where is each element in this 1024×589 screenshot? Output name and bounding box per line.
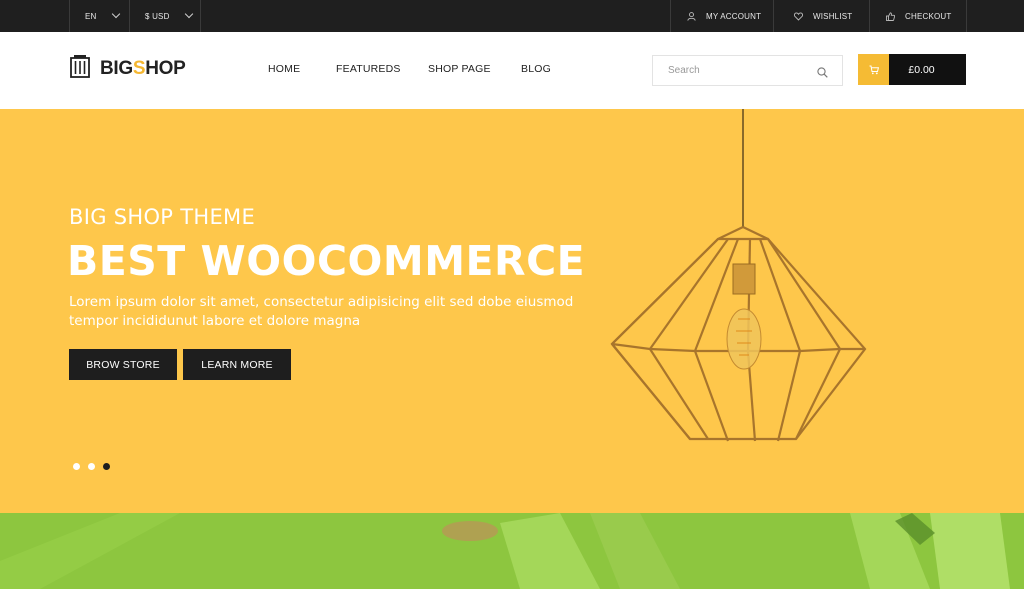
thumbs-up-icon [886, 11, 895, 21]
my-account-link[interactable]: MY ACCOUNT [687, 0, 761, 32]
brow-store-button[interactable]: BROW STORE [69, 349, 177, 380]
checkout-link[interactable]: CHECKOUT [886, 0, 952, 32]
currency-label: $ USD [145, 11, 170, 21]
search-input[interactable] [653, 56, 813, 85]
divider [773, 0, 774, 32]
divider [966, 0, 967, 32]
site-header: BIGSHOP HOME FEATUREDS SHOP PAGE BLOG £0… [0, 32, 1024, 109]
cart-total: £0.00 [908, 63, 935, 76]
hero-slider: BIG SHOP THEME BEST WOOCOMMERCE Lorem ip… [0, 109, 1024, 513]
divider [869, 0, 870, 32]
slider-dot[interactable] [88, 463, 95, 470]
logo-text: BIGSHOP [100, 58, 186, 80]
hero-subtitle: BIG SHOP THEME [69, 205, 256, 229]
nav-home[interactable]: HOME [268, 63, 300, 75]
logo-text-part1: BIG [100, 57, 133, 79]
chevron-down-icon [184, 9, 193, 19]
wishlist-link[interactable]: WISHLIST [794, 0, 852, 32]
learn-more-button[interactable]: LEARN MORE [183, 349, 291, 380]
promo-banner-image [0, 513, 1024, 589]
pendant-lamp-image [610, 109, 867, 442]
building-logo-icon [68, 54, 92, 83]
site-logo[interactable]: BIGSHOP [68, 54, 186, 83]
chevron-down-icon [111, 9, 120, 19]
heart-icon [794, 11, 803, 21]
divider [200, 0, 201, 32]
slider-dot[interactable] [73, 463, 80, 470]
logo-text-accent: S [132, 57, 146, 79]
currency-selector[interactable]: $ USD [145, 0, 193, 32]
wishlist-label: WISHLIST [813, 11, 853, 21]
logo-text-part2: HOP [145, 57, 186, 79]
hero-description: Lorem ipsum dolor sit amet, consectetur … [69, 294, 574, 329]
top-bar: EN $ USD MY ACCOUNT WISHLIST CHECKOUT [0, 0, 1024, 32]
slider-dot[interactable] [103, 463, 110, 470]
cart-icon [858, 54, 889, 85]
slider-dots [73, 463, 118, 470]
language-selector[interactable]: EN [85, 0, 120, 32]
nav-blog[interactable]: BLOG [521, 63, 551, 75]
checkout-label: CHECKOUT [905, 11, 952, 21]
nav-shop-page[interactable]: SHOP PAGE [428, 63, 491, 75]
language-label: EN [85, 11, 97, 21]
divider [129, 0, 130, 32]
cart-button[interactable]: £0.00 [858, 54, 966, 85]
search-icon[interactable] [817, 65, 828, 83]
divider [69, 0, 70, 32]
nav-featureds[interactable]: FEATUREDS [336, 63, 401, 75]
divider [670, 0, 671, 32]
hero-title: BEST WOOCOMMERCE [67, 237, 586, 285]
search-box [652, 55, 843, 86]
my-account-label: MY ACCOUNT [706, 11, 762, 21]
user-icon [687, 11, 696, 21]
